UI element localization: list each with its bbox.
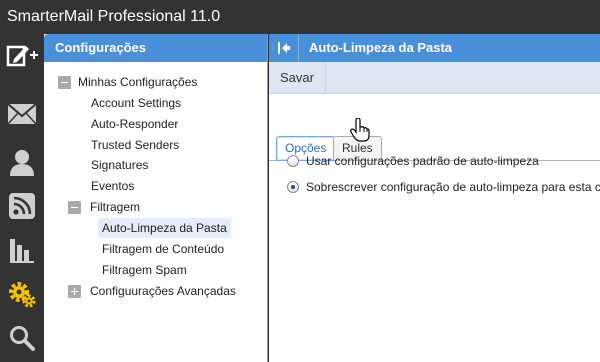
- tree-item-configuracoes-avancadas[interactable]: Configuurações Avançadas: [90, 281, 236, 301]
- compose-icon[interactable]: [0, 34, 44, 78]
- mail-icon[interactable]: [0, 92, 44, 136]
- collapse-toggle[interactable]: [68, 201, 81, 214]
- collapse-panel-button[interactable]: [269, 34, 299, 62]
- tree-item-trusted-senders[interactable]: Trusted Senders: [91, 135, 179, 155]
- settings-icon[interactable]: [0, 272, 44, 316]
- tree-item-auto-limpeza[interactable]: Auto-Limpeza da Pasta: [98, 218, 231, 238]
- radio-button[interactable]: [287, 154, 299, 167]
- hand-cursor-icon: [350, 118, 370, 142]
- icon-sidebar: [0, 34, 44, 362]
- option-label: Sobrescrever configuração de auto-limpez…: [306, 180, 600, 194]
- app-title: SmarterMail Professional 11.0: [0, 0, 600, 34]
- option-default-cleanup[interactable]: Usar configurações padrão de auto-limpez…: [287, 152, 539, 170]
- expand-toggle[interactable]: [68, 285, 81, 298]
- page-title: Auto-Limpeza da Pasta: [309, 40, 453, 55]
- tree-item-filtragem[interactable]: Filtragem: [90, 197, 140, 217]
- reports-icon[interactable]: [0, 228, 44, 272]
- save-button[interactable]: Savar: [269, 62, 326, 93]
- tree-item-account-settings[interactable]: Account Settings: [91, 93, 181, 113]
- settings-tree-panel: Configurações Minhas Configurações Accou…: [44, 34, 268, 362]
- tree-header: Configurações: [44, 34, 267, 62]
- option-label: Usar configurações padrão de auto-limpez…: [306, 154, 539, 168]
- tab-bar: Opções Rules: [269, 94, 600, 161]
- contacts-icon[interactable]: [0, 140, 44, 184]
- tree-item-minhas-configuracoes[interactable]: Minhas Configurações: [78, 72, 197, 92]
- tree-item-eventos[interactable]: Eventos: [91, 176, 134, 196]
- tree-item-signatures[interactable]: Signatures: [91, 155, 148, 175]
- collapse-toggle[interactable]: [58, 76, 71, 89]
- option-override-cleanup[interactable]: Sobrescrever configuração de auto-limpez…: [287, 178, 600, 196]
- radio-button-checked[interactable]: [287, 180, 299, 193]
- tree-item-filtragem-spam[interactable]: Filtragem Spam: [102, 260, 187, 280]
- content-header: Auto-Limpeza da Pasta: [269, 34, 600, 62]
- content-panel: Auto-Limpeza da Pasta Savar Opções Rules…: [269, 34, 600, 362]
- collapse-left-icon: [277, 42, 290, 54]
- search-icon[interactable]: [0, 316, 44, 360]
- toolbar: Savar: [269, 62, 600, 94]
- rss-icon[interactable]: [0, 184, 44, 228]
- tree-item-filtragem-conteudo[interactable]: Filtragem de Conteúdo: [102, 239, 224, 259]
- tree-item-auto-responder[interactable]: Auto-Responder: [91, 114, 178, 134]
